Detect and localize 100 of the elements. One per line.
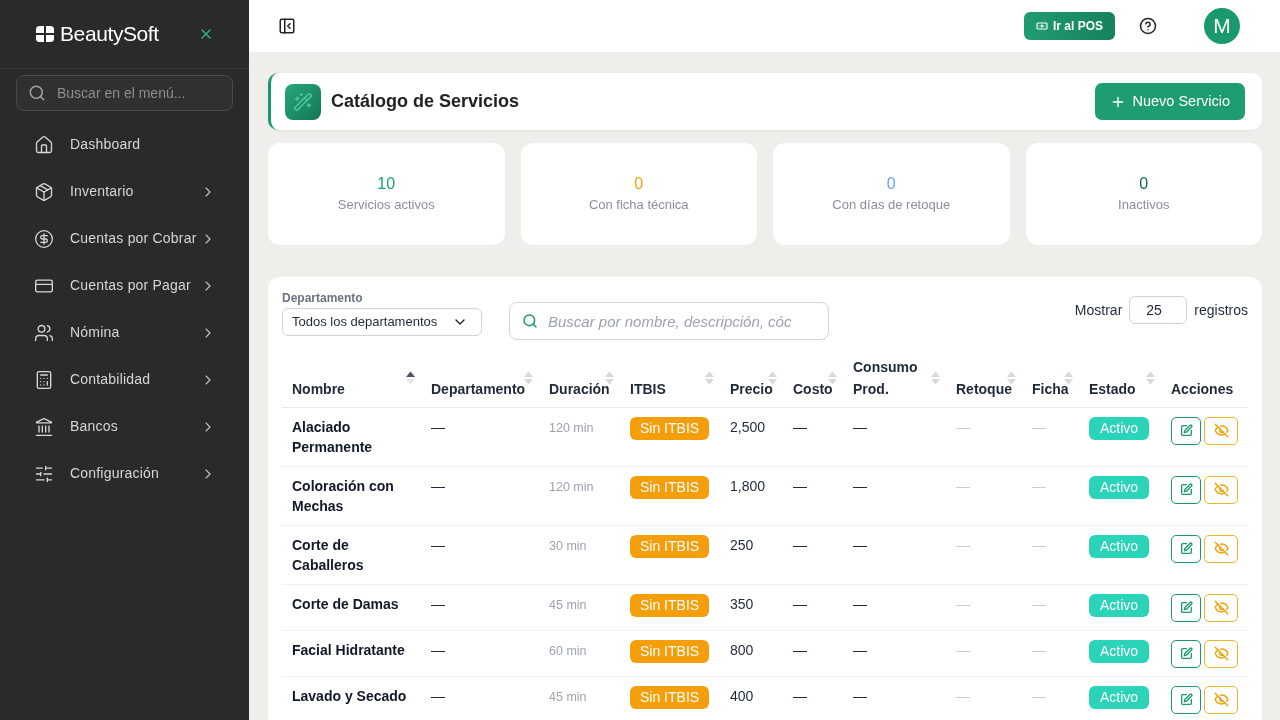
users-icon [34,322,54,343]
table-cell: 800 [730,641,754,658]
hide-button[interactable] [1204,416,1238,445]
nav-item[interactable]: Cuentas por Cobrar [16,215,233,262]
service-name: Corte de Caballeros [292,536,364,573]
calculator-icon [34,369,54,390]
edit-icon [1179,424,1193,437]
hide-button[interactable] [1204,685,1238,714]
nav-item[interactable]: Configuración [16,450,233,497]
table-cell: 2,500 [730,418,766,435]
column-header[interactable]: Retoque [946,350,1022,407]
pos-button[interactable]: Ir al POS [1023,12,1115,40]
table-cell: — [1032,595,1046,612]
stat-label: Servicios activos [337,196,435,214]
column-header[interactable]: Consumo Prod. [843,350,946,407]
avatar[interactable]: M [1204,8,1240,44]
column-header[interactable]: Costo [783,350,843,407]
column-header[interactable]: Duración [539,350,620,407]
nav-item[interactable]: Contabilidad [16,356,233,403]
hide-button[interactable] [1204,475,1238,504]
duration-text: 120 min [549,420,594,435]
edit-button[interactable] [1171,416,1201,445]
table-cell: — [793,477,807,494]
edit-button[interactable] [1171,534,1201,563]
table-cell: — [431,595,445,612]
table-cell: — [793,595,807,612]
table-cell: — [1032,641,1046,658]
edit-button[interactable] [1171,593,1201,622]
sidebar-toggle-button[interactable] [278,17,296,35]
table-cell: — [431,418,445,435]
service-name: Lavado y Secado [292,687,407,704]
column-header[interactable]: Precio [720,350,783,407]
column-header: Acciones [1161,350,1248,407]
tax-badge: Sin ITBIS [630,416,710,440]
eye-off-icon [1213,600,1229,615]
hide-button[interactable] [1204,534,1238,563]
stat-value: 0 [634,174,644,194]
search-icon [28,84,46,102]
tax-badge: Sin ITBIS [630,593,710,617]
duration-text: 45 min [549,689,587,704]
show-label: Mostrar [1074,300,1123,320]
department-select[interactable]: Todos los departamentos [282,308,482,336]
tax-badge: Sin ITBIS [630,685,710,709]
nav-item[interactable]: Bancos [16,403,233,450]
table-cell: — [1032,536,1046,553]
column-header[interactable]: Departamento [421,350,539,407]
nav-item[interactable]: Cuentas por Pagar [16,262,233,309]
logo-icon [36,26,54,42]
edit-button[interactable] [1171,685,1201,714]
stat-value: 0 [886,174,896,194]
nav-item[interactable]: Inventario [16,168,233,215]
table-cell: — [793,687,807,704]
table-cell: — [431,536,445,553]
nav-item[interactable]: Dashboard [16,121,233,168]
eye-off-icon [1213,646,1229,661]
box-icon [34,181,54,202]
status-badge: Activo [1089,593,1150,617]
duration-text: 45 min [549,597,587,612]
page-size-field[interactable]: 25 [1129,296,1188,324]
search-field[interactable]: Buscar por nombre, descripción, cóc [509,302,829,340]
eye-off-icon [1213,423,1229,438]
edit-button[interactable] [1171,639,1201,668]
nav-item[interactable]: Nómina [16,309,233,356]
edit-icon [1179,601,1193,614]
bank-icon [34,416,54,437]
column-header[interactable]: ITBIS [620,350,720,407]
status-badge: Activo [1089,639,1150,663]
menu-search-field[interactable]: Buscar en el menú... [16,75,233,111]
tax-badge: Sin ITBIS [630,639,710,663]
service-name: Facial Hidratante [292,641,405,658]
table-cell: — [853,536,867,553]
table-cell: — [956,418,970,435]
table-cell: — [793,418,807,435]
status-badge: Activo [1089,534,1150,558]
column-header[interactable]: Nombre [282,350,421,407]
table-cell: — [1032,687,1046,704]
status-badge: Activo [1089,685,1150,709]
banknote-icon [1035,20,1048,32]
column-header[interactable]: Ficha [1022,350,1079,407]
table-cell: — [853,641,867,658]
edit-icon [1179,483,1193,496]
stat-value: 0 [1139,174,1149,194]
brand-name: BeautySoft [60,21,159,48]
stat-label: Inactivos [1118,196,1170,214]
table-cell: — [853,477,867,494]
edit-button[interactable] [1171,475,1201,504]
dollar-icon [34,228,54,249]
hide-button[interactable] [1204,639,1238,668]
stat-label: Con días de retoque [832,196,951,214]
column-header[interactable]: Estado [1079,350,1161,407]
table-cell: 1,800 [730,477,766,494]
table-cell: — [853,687,867,704]
help-button[interactable] [1139,17,1157,35]
table-cell: — [853,418,867,435]
table-cell: — [431,641,445,658]
table-cell: — [431,477,445,494]
duration-text: 120 min [549,479,594,494]
hide-button[interactable] [1204,593,1238,622]
table-cell: 250 [730,536,754,553]
table-cell: — [793,641,807,658]
